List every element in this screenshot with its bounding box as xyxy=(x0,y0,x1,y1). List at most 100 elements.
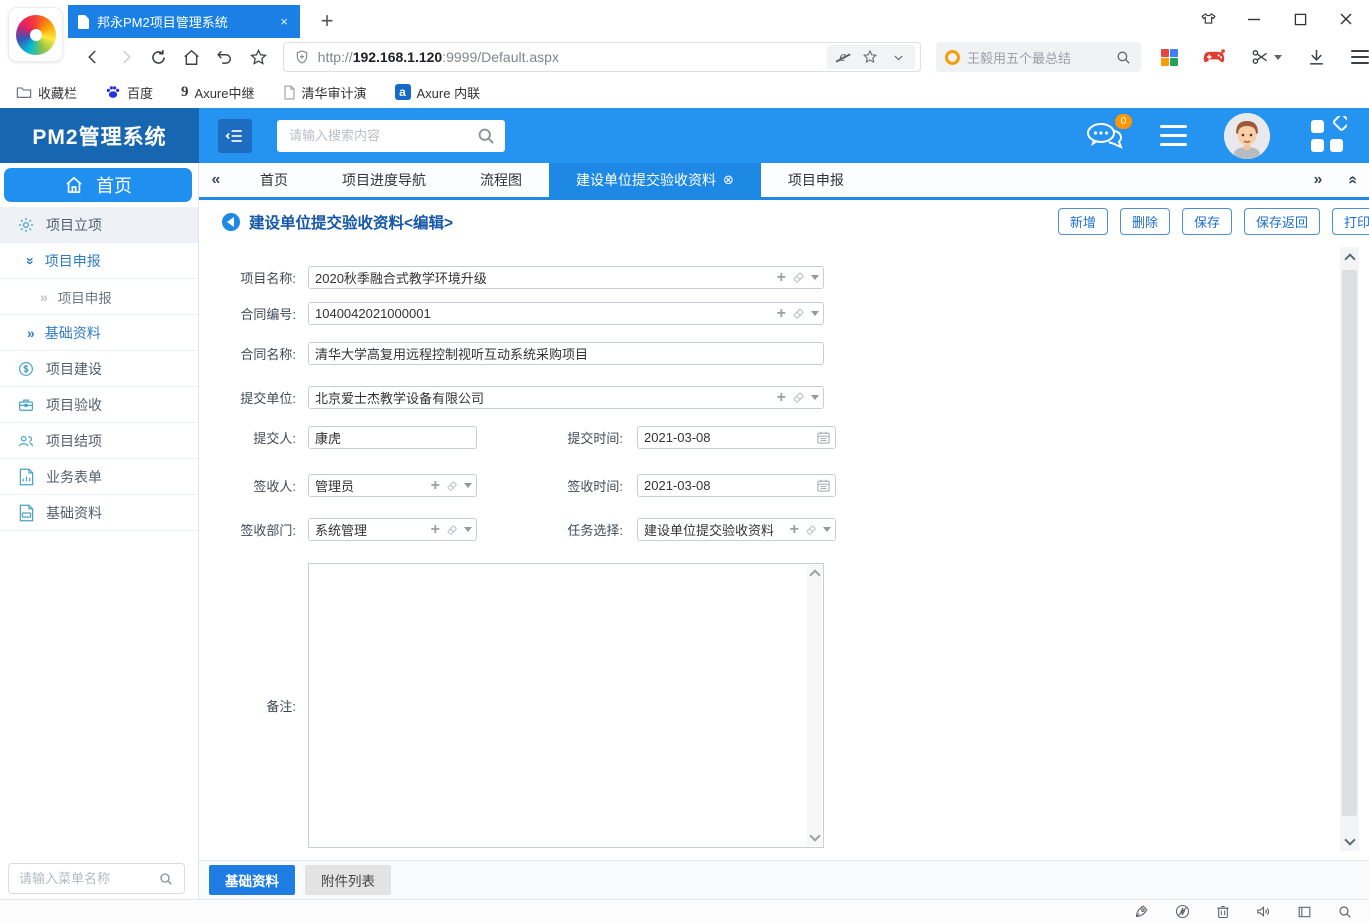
add-lookup-icon[interactable]: + xyxy=(777,270,786,286)
bookmark-axure[interactable]: 9 Axure中继 xyxy=(181,83,254,102)
textarea-scrollbar[interactable] xyxy=(807,565,822,846)
app-search-input[interactable] xyxy=(289,128,476,143)
minimize-button[interactable] xyxy=(1231,0,1277,38)
tabs-collapse-icon[interactable]: « xyxy=(1335,163,1369,197)
tabs-scroll-right-icon[interactable]: » xyxy=(1301,163,1335,197)
scroll-up-icon[interactable] xyxy=(809,569,820,580)
scroll-up-icon[interactable] xyxy=(1340,247,1359,267)
add-lookup-icon[interactable]: + xyxy=(790,522,799,538)
reading-mode-icon[interactable] xyxy=(1296,904,1313,920)
add-lookup-icon[interactable]: + xyxy=(431,522,440,538)
tab-flowchart[interactable]: 流程图 xyxy=(453,163,549,197)
sidebar-item-project-declare-sub[interactable]: » 项目申报 xyxy=(0,279,198,315)
compatibility-mode-icon[interactable]: e xyxy=(837,49,848,66)
zoom-icon[interactable] xyxy=(1337,904,1353,920)
messages-button[interactable]: 0 xyxy=(1085,121,1123,151)
search-icon[interactable] xyxy=(476,126,496,146)
tab-acceptance-materials[interactable]: 建设单位提交验收资料 ⊗ xyxy=(549,163,761,197)
search-icon[interactable] xyxy=(1115,49,1132,66)
chevron-down-icon[interactable] xyxy=(892,51,905,64)
refresh-icon[interactable] xyxy=(142,40,175,74)
sidebar-item-business-forms[interactable]: 业务表单 xyxy=(0,459,198,495)
eraser-icon[interactable] xyxy=(791,390,806,405)
save-button[interactable]: 保存 xyxy=(1182,208,1232,235)
sidebar-home-button[interactable]: 首页 xyxy=(4,168,192,202)
dropdown-caret-icon[interactable] xyxy=(464,527,472,532)
submit-unit-input[interactable] xyxy=(308,386,824,409)
scrollbar-thumb[interactable] xyxy=(1342,270,1357,816)
print-button[interactable]: 打印 xyxy=(1332,208,1369,235)
calendar-icon[interactable] xyxy=(816,478,831,493)
delete-button[interactable]: 删除 xyxy=(1120,208,1170,235)
maximize-button[interactable] xyxy=(1277,0,1323,38)
content-scrollbar[interactable] xyxy=(1340,247,1359,851)
eraser-icon[interactable] xyxy=(791,270,806,285)
tab-attachment-list[interactable]: 附件列表 xyxy=(305,865,391,895)
scissors-dropdown-caret-icon[interactable] xyxy=(1274,55,1282,60)
sidebar-item-basic-data-sub[interactable]: » 基础资料 xyxy=(0,315,198,351)
user-avatar[interactable] xyxy=(1224,113,1270,159)
calendar-icon[interactable] xyxy=(816,430,831,445)
scroll-down-icon[interactable] xyxy=(809,830,820,841)
contract-no-input[interactable] xyxy=(308,302,824,325)
forward-icon[interactable] xyxy=(109,40,142,74)
tab-progress-nav[interactable]: 项目进度导航 xyxy=(315,163,453,197)
contract-name-input[interactable] xyxy=(308,342,824,365)
eraser-icon[interactable] xyxy=(445,479,459,493)
sidebar-item-project-closing[interactable]: 项目结项 xyxy=(0,423,198,459)
sidebar-item-project-construction[interactable]: 项目建设 xyxy=(0,351,198,387)
dropdown-caret-icon[interactable] xyxy=(464,483,472,488)
eraser-icon[interactable] xyxy=(804,523,818,537)
sidebar-item-basic-data[interactable]: 基础资料 xyxy=(0,495,198,531)
quick-launch-grid-icon[interactable] xyxy=(1307,116,1347,156)
downloads-icon[interactable] xyxy=(1307,48,1326,67)
browser-search-box[interactable]: 王毅用五个最总结 xyxy=(936,42,1141,72)
tab-basic-data[interactable]: 基础资料 xyxy=(209,865,295,895)
add-lookup-icon[interactable]: + xyxy=(431,478,440,494)
sign-time-input[interactable] xyxy=(637,474,836,497)
add-lookup-icon[interactable]: + xyxy=(777,306,786,322)
menu-search-input[interactable] xyxy=(19,871,158,886)
home-icon[interactable] xyxy=(175,40,208,74)
project-name-input[interactable] xyxy=(308,266,824,289)
tabs-scroll-left-icon[interactable]: « xyxy=(199,163,233,197)
add-lookup-icon[interactable]: + xyxy=(777,390,786,406)
scroll-down-icon[interactable] xyxy=(1340,831,1359,851)
sidebar-collapse-button[interactable] xyxy=(218,119,252,153)
tab-project-declare[interactable]: 项目申报 xyxy=(761,163,871,197)
bookmark-tsinghua[interactable]: 清华审计演 xyxy=(283,83,367,102)
app-menu-icon[interactable] xyxy=(1160,125,1187,146)
save-return-button[interactable]: 保存返回 xyxy=(1244,208,1320,235)
boost-rocket-icon[interactable] xyxy=(1133,903,1150,920)
sidebar-item-project-declare[interactable]: » 项目申报 xyxy=(0,243,198,279)
new-tab-button[interactable]: + xyxy=(312,6,342,36)
eraser-icon[interactable] xyxy=(791,306,806,321)
tab-close-icon[interactable]: × xyxy=(278,14,290,29)
sidebar-item-project-acceptance[interactable]: 项目验收 xyxy=(0,387,198,423)
address-bar[interactable]: http://192.168.1.120:9999/Default.aspx e xyxy=(283,42,921,72)
close-button[interactable] xyxy=(1323,0,1369,38)
bookmark-folder[interactable]: 收藏栏 xyxy=(16,83,77,102)
remark-textarea[interactable] xyxy=(309,564,807,847)
tab-home[interactable]: 首页 xyxy=(233,163,315,197)
favorite-star-icon[interactable] xyxy=(242,40,275,74)
undo-icon[interactable] xyxy=(208,40,241,74)
submitter-input[interactable] xyxy=(308,426,477,449)
speaker-icon[interactable] xyxy=(1255,903,1272,920)
dropdown-caret-icon[interactable] xyxy=(811,395,819,400)
bookmark-star-icon[interactable] xyxy=(862,49,878,65)
eraser-icon[interactable] xyxy=(445,523,459,537)
tab-close-icon[interactable]: ⊗ xyxy=(723,172,734,188)
bookmark-baidu[interactable]: 百度 xyxy=(105,83,153,102)
dropdown-caret-icon[interactable] xyxy=(811,275,819,280)
submit-time-input[interactable] xyxy=(637,426,836,449)
search-icon[interactable] xyxy=(158,871,174,887)
page-back-button[interactable] xyxy=(222,213,240,231)
menu-search-box[interactable] xyxy=(8,863,185,894)
dropdown-caret-icon[interactable] xyxy=(823,527,831,532)
bookmark-axure-inline[interactable]: a Axure 内联 xyxy=(395,83,481,102)
back-icon[interactable] xyxy=(76,40,109,74)
games-icon[interactable] xyxy=(1203,48,1225,66)
app-search-box[interactable] xyxy=(277,120,505,152)
add-button[interactable]: 新增 xyxy=(1058,208,1108,235)
